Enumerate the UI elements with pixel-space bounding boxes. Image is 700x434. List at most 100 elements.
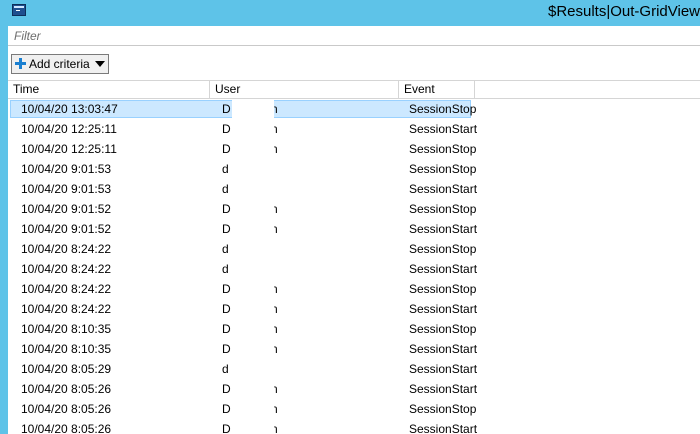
table-row[interactable]: 10/04/20 8:24:22 Dn SessionStop xyxy=(8,279,700,299)
table-row[interactable]: 10/04/20 8:24:22dıSessionStart xyxy=(8,259,700,279)
user-cell-start: D xyxy=(222,422,231,434)
redaction-block xyxy=(232,359,274,379)
event-cell: SessionStop xyxy=(409,242,477,256)
time-cell: 10/04/20 12:25:11 xyxy=(21,122,117,136)
event-cell: SessionStart xyxy=(409,362,478,376)
table-row[interactable]: 10/04/20 8:10:35 Dn SessionStart xyxy=(8,339,700,359)
title-bar[interactable]: $Results|Out-GridView xyxy=(0,0,700,26)
user-cell-start: D xyxy=(222,382,231,396)
time-cell: 10/04/20 8:24:22 xyxy=(21,262,112,276)
table-row[interactable]: 10/04/20 9:01:52 Dn SessionStart xyxy=(8,219,700,239)
table-row[interactable]: 10/04/20 8:10:35 Dn SessionStop xyxy=(8,319,700,339)
time-cell: 10/04/20 12:25:11 xyxy=(21,142,117,156)
table-row[interactable]: 10/04/20 9:01:52 Dn SessionStop xyxy=(8,199,700,219)
redaction-block xyxy=(232,319,274,339)
table-row[interactable]: 10/04/20 8:24:22dıSessionStop xyxy=(8,239,700,259)
grid-rows: 10/04/20 13:03:47 Dn SessionStop 10/04/20 1… xyxy=(8,99,700,434)
user-cell-start: D xyxy=(222,202,231,216)
redaction-block xyxy=(232,399,274,419)
redaction-block xyxy=(232,179,274,199)
event-cell: SessionStop xyxy=(409,282,477,296)
time-cell: 10/04/20 9:01:52 xyxy=(21,202,112,216)
redaction-block xyxy=(232,379,274,399)
table-row[interactable]: 10/04/20 8:24:22 Dn SessionStart xyxy=(8,299,700,319)
time-cell: 10/04/20 9:01:53 xyxy=(21,162,112,176)
time-cell: 10/04/20 8:05:29 xyxy=(21,362,112,376)
table-row[interactable]: 10/04/20 12:25:11 Dn SessionStart xyxy=(8,119,700,139)
event-cell: SessionStop xyxy=(409,142,477,156)
time-cell: 10/04/20 8:24:22 xyxy=(21,302,112,316)
time-cell: 10/04/20 8:24:22 xyxy=(21,282,112,296)
time-cell: 10/04/20 8:05:26 xyxy=(21,382,112,396)
event-cell: SessionStart xyxy=(409,222,478,236)
event-cell: SessionStart xyxy=(409,422,478,434)
user-cell-start: d xyxy=(222,182,229,196)
user-cell-start: d xyxy=(222,162,229,176)
redaction-block xyxy=(232,239,274,259)
time-cell: 10/04/20 8:24:22 xyxy=(21,242,112,256)
dropdown-caret-icon xyxy=(95,61,105,67)
time-cell: 10/04/20 9:01:52 xyxy=(21,222,112,236)
event-cell: SessionStop xyxy=(409,202,477,216)
window-frame: $Results|Out-GridView Add criteria Time … xyxy=(0,0,700,434)
user-cell-start: d xyxy=(222,262,229,276)
filter-input[interactable] xyxy=(8,26,700,45)
event-cell: SessionStart xyxy=(409,182,478,196)
grid-view-client: Add criteria Time User Event 10/04/20 13… xyxy=(8,26,700,434)
time-cell: 10/04/20 8:10:35 xyxy=(21,342,112,356)
redaction-block xyxy=(232,279,274,299)
event-cell: SessionStart xyxy=(409,302,478,316)
plus-icon xyxy=(15,58,26,69)
redaction-block xyxy=(232,339,274,359)
event-cell: SessionStop xyxy=(409,162,477,176)
time-cell: 10/04/20 8:10:35 xyxy=(21,322,112,336)
redaction-block xyxy=(232,139,274,159)
user-cell-start: D xyxy=(222,222,231,236)
user-cell-start: D xyxy=(222,122,231,136)
column-header-time[interactable]: Time xyxy=(8,81,210,98)
event-cell: SessionStop xyxy=(409,402,477,416)
redaction-block xyxy=(232,219,274,239)
user-cell-start: D xyxy=(222,102,231,116)
time-cell: 10/04/20 8:05:26 xyxy=(21,422,112,434)
user-cell-start: D xyxy=(222,302,231,316)
filter-bar xyxy=(8,26,700,46)
redaction-block xyxy=(232,299,274,319)
table-row[interactable]: 10/04/20 8:05:26 Dn SessionStart xyxy=(8,419,700,434)
user-cell-start: D xyxy=(222,342,231,356)
add-criteria-label: Add criteria xyxy=(29,57,90,71)
add-criteria-button[interactable]: Add criteria xyxy=(11,54,109,74)
table-row[interactable]: 10/04/20 13:03:47 Dn SessionStop xyxy=(8,99,700,119)
event-cell: SessionStart xyxy=(409,122,478,136)
user-cell-start: D xyxy=(222,402,231,416)
user-cell-start: d xyxy=(222,362,229,376)
event-cell: SessionStop xyxy=(409,322,477,336)
user-cell-start: D xyxy=(222,142,231,156)
event-cell: SessionStart xyxy=(409,382,478,396)
table-row[interactable]: 10/04/20 12:25:11 Dn SessionStop xyxy=(8,139,700,159)
event-cell: SessionStart xyxy=(409,342,478,356)
redaction-block xyxy=(232,159,274,179)
time-cell: 10/04/20 9:01:53 xyxy=(21,182,112,196)
table-row[interactable]: 10/04/20 8:05:29dıSessionStart xyxy=(8,359,700,379)
redaction-block xyxy=(232,259,274,279)
redaction-block xyxy=(232,99,274,119)
event-cell: SessionStart xyxy=(409,262,478,276)
column-header-event[interactable]: Event xyxy=(399,81,475,98)
redaction-block xyxy=(232,119,274,139)
powershell-icon[interactable] xyxy=(12,4,26,16)
user-cell-start: D xyxy=(222,322,231,336)
user-cell-start: d xyxy=(222,242,229,256)
table-row[interactable]: 10/04/20 9:01:53dıSessionStop xyxy=(8,159,700,179)
redaction-block xyxy=(232,199,274,219)
table-row[interactable]: 10/04/20 8:05:26 Dn SessionStart xyxy=(8,379,700,399)
redaction-block xyxy=(232,419,274,434)
table-row[interactable]: 10/04/20 8:05:26 Dn SessionStop xyxy=(8,399,700,419)
time-cell: 10/04/20 13:03:47 xyxy=(21,102,118,116)
table-row[interactable]: 10/04/20 9:01:53dıSessionStart xyxy=(8,179,700,199)
time-cell: 10/04/20 8:05:26 xyxy=(21,402,112,416)
user-cell-start: D xyxy=(222,282,231,296)
window-title: $Results|Out-GridView xyxy=(547,3,700,20)
column-header-user[interactable]: User xyxy=(210,81,399,98)
event-cell: SessionStop xyxy=(409,102,477,116)
